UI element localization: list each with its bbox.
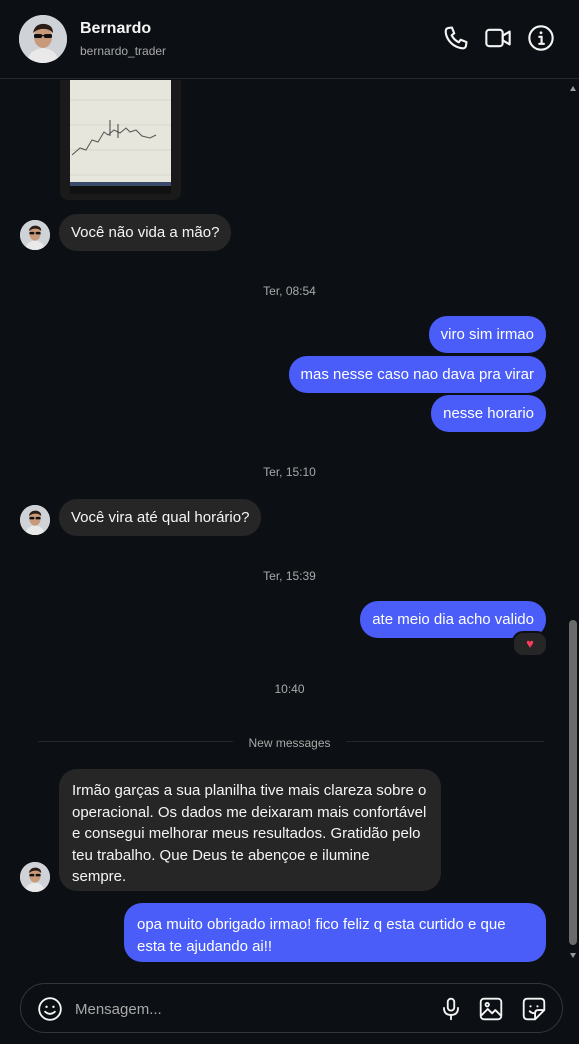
emoji-icon[interactable] bbox=[37, 996, 63, 1022]
contact-name[interactable]: Bernardo bbox=[80, 20, 151, 38]
video-call-icon[interactable] bbox=[484, 24, 512, 52]
incoming-message[interactable]: Irmão garças a sua planilha tive mais cl… bbox=[59, 769, 441, 891]
scroll-down-arrow-icon[interactable] bbox=[570, 953, 576, 958]
timestamp: 10:40 bbox=[274, 682, 305, 696]
contact-username: bernardo_trader bbox=[80, 44, 167, 58]
message-input[interactable] bbox=[73, 994, 417, 1024]
microphone-icon[interactable] bbox=[438, 996, 464, 1022]
image-bezel bbox=[70, 186, 171, 194]
chat-header: Bernardo bernardo_trader bbox=[0, 0, 579, 79]
sticker-icon[interactable] bbox=[521, 996, 547, 1022]
heart-reaction-icon[interactable]: ♥ bbox=[512, 631, 548, 657]
image-icon[interactable] bbox=[478, 996, 504, 1022]
phone-icon[interactable] bbox=[442, 24, 470, 52]
sender-avatar[interactable] bbox=[20, 862, 50, 892]
sender-avatar[interactable] bbox=[20, 220, 50, 250]
new-messages-divider: New messages bbox=[248, 736, 331, 750]
sender-avatar[interactable] bbox=[20, 505, 50, 535]
outgoing-message[interactable]: viro sim irmao bbox=[428, 316, 546, 353]
incoming-message[interactable]: Você não vida a mão? bbox=[59, 214, 232, 251]
message-composer bbox=[20, 983, 563, 1033]
scrollbar-thumb[interactable] bbox=[569, 620, 577, 945]
image-message[interactable] bbox=[60, 80, 181, 200]
timestamp: Ter, 15:39 bbox=[263, 569, 316, 583]
outgoing-message[interactable]: nesse horario bbox=[431, 395, 546, 432]
contact-avatar[interactable] bbox=[19, 15, 67, 63]
scroll-up-arrow-icon[interactable] bbox=[570, 86, 576, 91]
outgoing-message[interactable]: mas nesse caso nao dava pra virar bbox=[288, 356, 546, 393]
info-icon[interactable] bbox=[527, 24, 555, 52]
timestamp: Ter, 15:10 bbox=[263, 465, 316, 479]
outgoing-message[interactable]: opa muito obrigado irmao! fico feliz q e… bbox=[124, 903, 546, 962]
incoming-message[interactable]: Você vira até qual horário? bbox=[59, 499, 262, 536]
timestamp: Ter, 08:54 bbox=[263, 284, 316, 298]
chart-screenshot-thumbnail bbox=[70, 80, 171, 186]
